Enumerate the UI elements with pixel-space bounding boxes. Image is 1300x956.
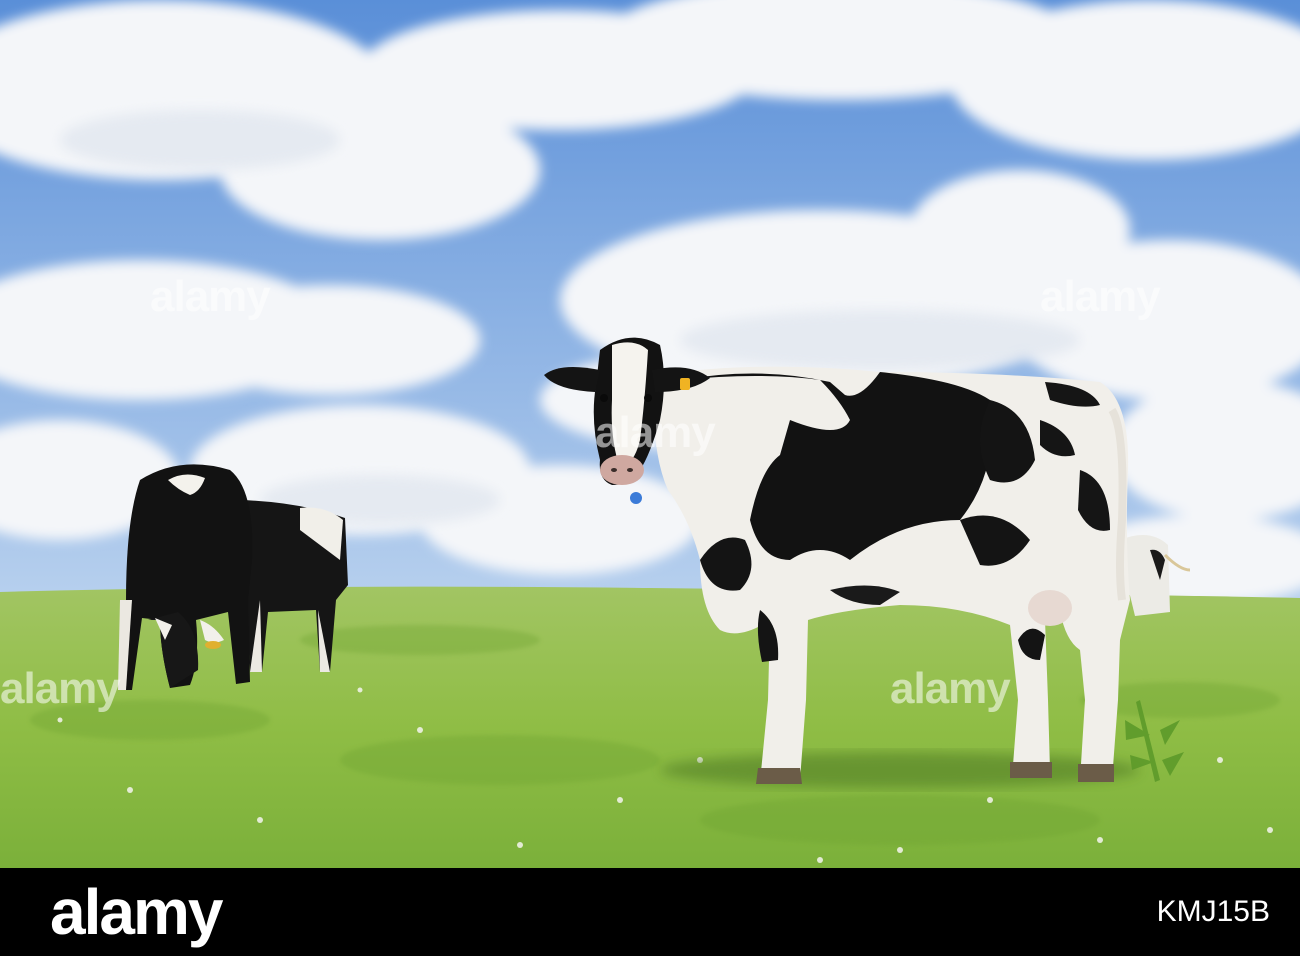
image-id: KMJ15B (1156, 895, 1270, 928)
photo: alamy alamy alamy alamy alamy (0, 0, 1300, 868)
cow-shadow (660, 752, 1140, 788)
ear-tag (680, 378, 690, 390)
watermark-top-right: alamy (1040, 272, 1161, 321)
footer-bar: alamy KMJ15B (0, 868, 1300, 956)
alamy-logo: alamy (50, 876, 223, 948)
watermark-top-left: alamy (150, 272, 271, 321)
neck-tag (630, 492, 642, 504)
watermark-bottom-right: alamy (890, 664, 1011, 713)
watermark-center: alamy (595, 408, 716, 457)
watermark-bottom-left: alamy (0, 664, 121, 713)
